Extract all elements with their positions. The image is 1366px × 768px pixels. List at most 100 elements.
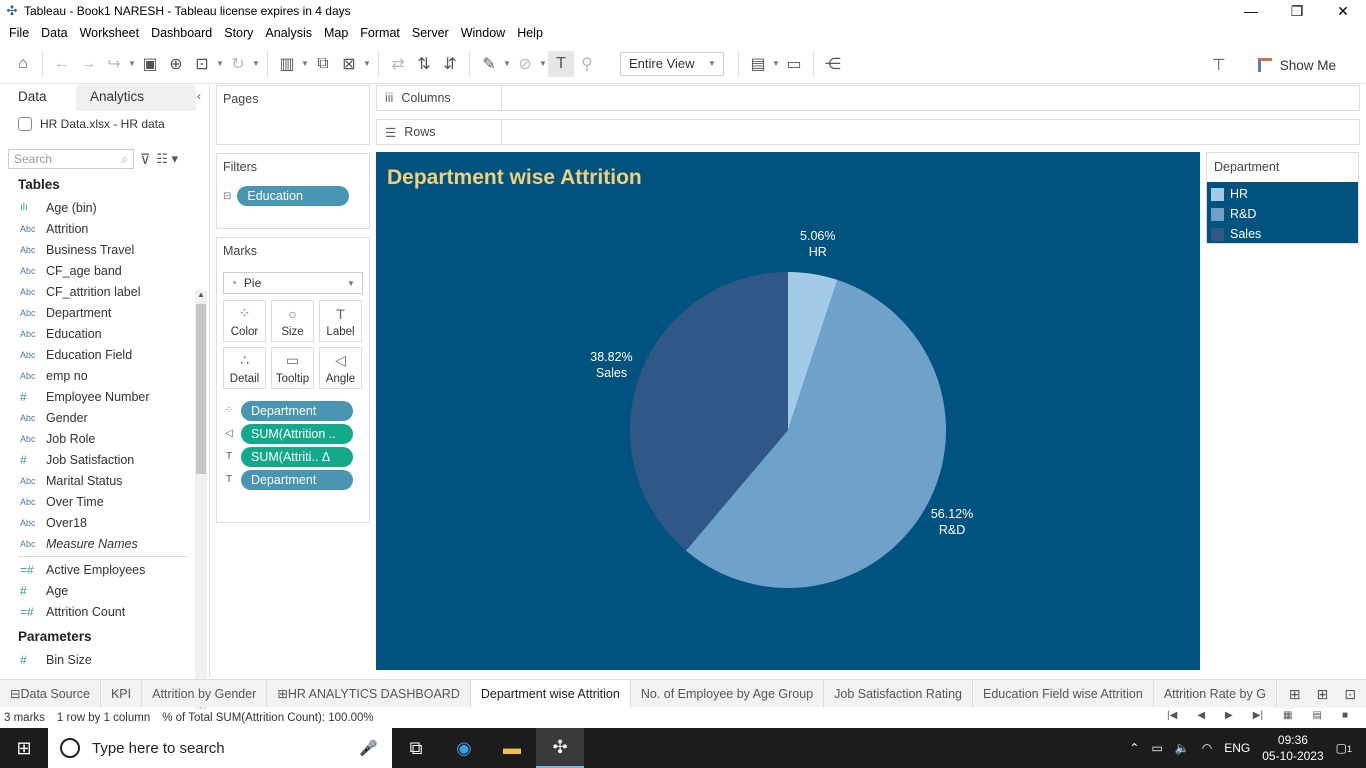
microphone-icon[interactable]: 🎤 (359, 739, 378, 757)
field-item[interactable]: # Age (0, 580, 209, 601)
legend-item[interactable]: R&D (1207, 204, 1358, 224)
sheet-tab[interactable]: KPI (101, 679, 143, 708)
field-item[interactable]: Abc CF_age band (0, 260, 209, 281)
tableau-taskbar-icon[interactable]: ✣ (536, 728, 584, 768)
tooltip-button[interactable]: ▭ Tooltip (271, 347, 314, 389)
field-item[interactable]: Abc emp no (0, 365, 209, 386)
marks-pill-sum-attrition-angle[interactable]: SUM(Attrition .. (241, 423, 353, 444)
restore-button[interactable]: ❐ (1274, 0, 1320, 22)
sort-descending-icon[interactable]: ⇵ (437, 51, 463, 77)
prev-sheet-icon[interactable]: ◀ (1193, 710, 1213, 721)
show-filmstrip-icon[interactable]: ▤ (1309, 710, 1330, 721)
field-list-scrollbar[interactable]: ▲ ▼ (195, 290, 207, 710)
field-item[interactable]: ılı Age (bin) (0, 197, 209, 218)
field-item[interactable]: # Bin Size (0, 649, 209, 670)
size-button[interactable]: ○ Size (271, 300, 314, 342)
field-item[interactable]: Abc Education Field (0, 344, 209, 365)
menu-format[interactable]: Format (355, 26, 407, 40)
fit-view-select[interactable]: Entire View ▼ (620, 51, 724, 76)
chevron-down-icon[interactable]: ▼ (771, 59, 781, 68)
angle-button[interactable]: ◁ Angle (319, 347, 362, 389)
swap-icon[interactable]: ⇄ (385, 51, 411, 77)
field-item[interactable]: Abc Job Role (0, 428, 209, 449)
field-item[interactable]: =# Active Employees (0, 559, 209, 580)
wifi-icon[interactable]: ◠ (1202, 741, 1212, 755)
sort-ascending-icon[interactable]: ⇅ (411, 51, 437, 77)
highlight-icon[interactable]: ✎ (476, 51, 502, 77)
chevron-down-icon[interactable]: ▼ (251, 59, 261, 68)
filter-pill-education[interactable]: Education (237, 186, 350, 206)
taskbar-search-input[interactable]: Type here to search 🎤 (48, 728, 392, 768)
clock[interactable]: 09:36 05-10-2023 (1262, 732, 1323, 764)
replay-icon[interactable]: ↪ (101, 51, 127, 77)
data-source-item[interactable]: HR Data.xlsx - HR data (0, 111, 209, 137)
collapse-icon[interactable]: ‹ (197, 89, 201, 103)
marks-pill-department-label[interactable]: Department (241, 469, 353, 490)
tab-analytics[interactable]: Analytics (76, 85, 196, 111)
battery-icon[interactable]: ▭ (1151, 741, 1162, 755)
show-me-button[interactable]: ⊤ Show Me (1210, 52, 1336, 78)
field-item[interactable]: Abc Attrition (0, 218, 209, 239)
show-hidden-icons-icon[interactable]: ⌃ (1129, 741, 1139, 755)
tab-data[interactable]: Data (0, 85, 76, 111)
columns-shelf[interactable]: iii Columns (376, 85, 1360, 111)
edge-browser-icon[interactable]: ◉ (440, 728, 488, 768)
clear-sheet-icon[interactable]: ⊠ (336, 51, 362, 77)
fix-axes-icon[interactable]: ⚲ (574, 51, 600, 77)
sheet-tab[interactable]: Attrition by Gender (142, 679, 268, 708)
show-cards-icon[interactable]: ▤ (745, 51, 771, 77)
sheet-tab[interactable]: ⊟ Data Source (0, 679, 101, 708)
chevron-down-icon[interactable]: ▼ (215, 59, 225, 68)
search-input[interactable]: Search ⌕ (8, 149, 134, 169)
menu-data[interactable]: Data (36, 26, 74, 40)
viz-canvas[interactable]: Department wise Attrition 5.06% HR 56.12% R… (376, 152, 1200, 670)
windows-start-icon[interactable]: ⊞ (0, 728, 48, 768)
pin-icon[interactable]: ⊤ (1210, 52, 1228, 78)
new-worksheet-icon[interactable]: ▥ (274, 51, 300, 77)
sheet-tab[interactable]: Attrition Rate by G (1154, 679, 1277, 708)
field-item[interactable]: Abc Education (0, 323, 209, 344)
field-item[interactable]: Abc CF_attrition label (0, 281, 209, 302)
menu-map[interactable]: Map (319, 26, 355, 40)
menu-dashboard[interactable]: Dashboard (146, 26, 219, 40)
field-item[interactable]: Abc Over18 (0, 512, 209, 533)
file-explorer-icon[interactable]: ▬ (488, 728, 536, 768)
filters-card[interactable]: Filters ⊟ Education (216, 153, 370, 229)
marks-pill-department-color[interactable]: Department (241, 400, 353, 421)
field-item[interactable]: Abc Measure Names (0, 533, 209, 554)
menu-window[interactable]: Window (456, 26, 512, 40)
sheet-tab[interactable]: ⊞ HR ANALYTICS DASHBOARD (267, 679, 471, 708)
menu-file[interactable]: File (4, 26, 36, 40)
field-item[interactable]: Abc Department (0, 302, 209, 323)
chevron-down-icon[interactable]: ▼ (300, 59, 310, 68)
duplicate-sheet-icon[interactable]: ⧉ (310, 51, 336, 77)
field-item[interactable]: # Job Satisfaction (0, 449, 209, 470)
scrollbar-thumb[interactable] (196, 304, 206, 474)
field-item[interactable]: Abc Marital Status (0, 470, 209, 491)
task-view-icon[interactable]: ⧉ (392, 728, 440, 768)
first-sheet-icon[interactable]: |◀ (1163, 710, 1185, 721)
chevron-down-icon[interactable]: ▼ (538, 59, 548, 68)
show-sheet-sorter-icon[interactable]: ▦ (1279, 710, 1300, 721)
volume-icon[interactable]: 🔈 (1175, 741, 1190, 755)
field-item[interactable]: Abc Over Time (0, 491, 209, 512)
rows-shelf[interactable]: ☰ Rows (376, 119, 1360, 145)
group-icon[interactable]: ⊘ (512, 51, 538, 77)
legend-item[interactable]: HR (1207, 184, 1358, 204)
presentation-mode-icon[interactable]: ▭ (781, 51, 807, 77)
new-worksheet-icon[interactable]: ⊞ (1289, 686, 1301, 703)
scroll-up-icon[interactable]: ▲ (195, 290, 207, 299)
detail-button[interactable]: ∴ Detail (223, 347, 266, 389)
field-item[interactable]: Abc Gender (0, 407, 209, 428)
new-dashboard-icon[interactable]: ⊞ (1317, 686, 1329, 703)
close-button[interactable]: ✕ (1320, 0, 1366, 22)
pause-updates-icon[interactable]: ⊡ (189, 51, 215, 77)
menu-help[interactable]: Help (512, 26, 550, 40)
home-icon[interactable]: ⌂ (10, 51, 36, 77)
menu-worksheet[interactable]: Worksheet (75, 26, 147, 40)
next-sheet-icon[interactable]: ▶ (1221, 710, 1241, 721)
notifications-icon[interactable]: ▢1 (1336, 741, 1352, 755)
sheet-tab[interactable]: No. of Employee by Age Group (631, 679, 825, 708)
undo-icon[interactable]: ← (49, 51, 75, 77)
menu-story[interactable]: Story (219, 26, 260, 40)
